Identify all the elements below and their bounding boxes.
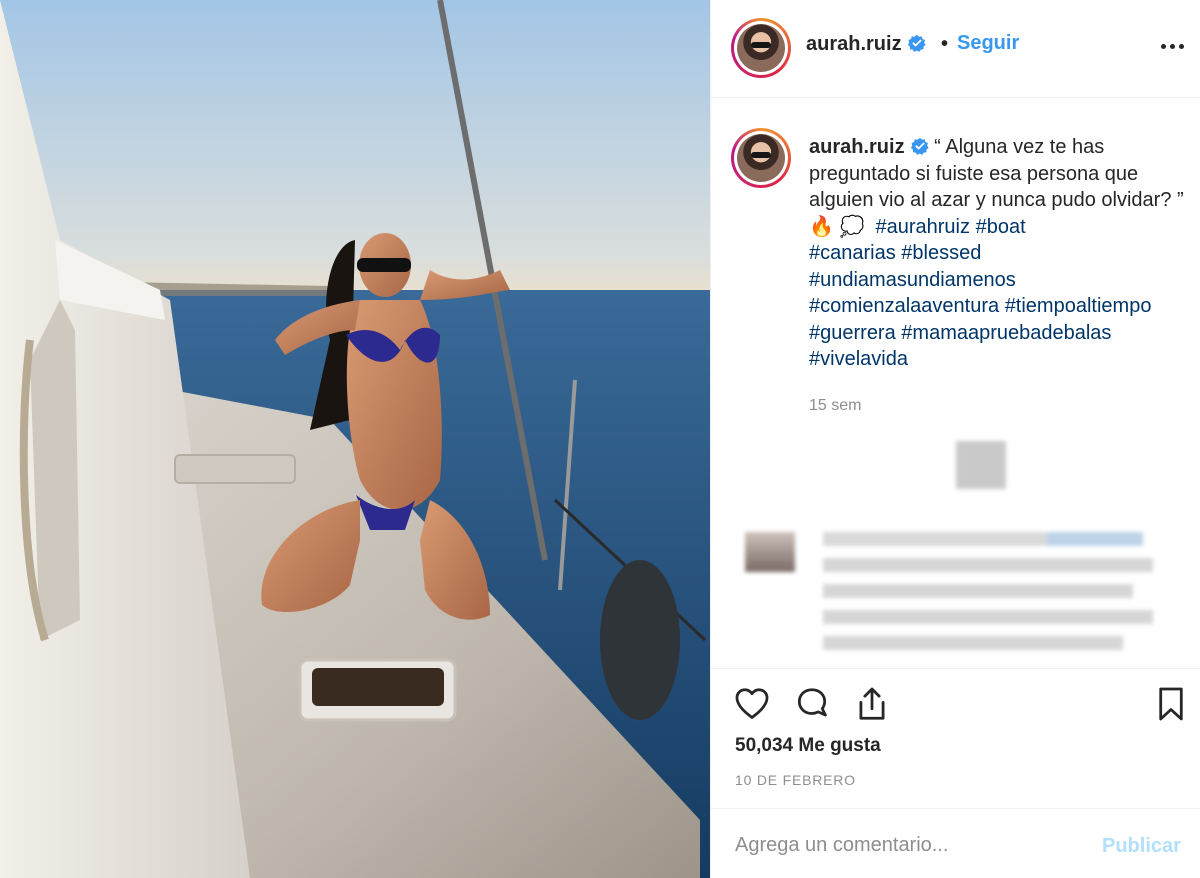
comment-icon[interactable] — [793, 685, 831, 723]
author-username-link[interactable]: aurah.ruiz — [806, 33, 926, 56]
post-actions: 50,034 Me gusta 10 DE FEBRERO — [711, 668, 1200, 808]
hashtag-link[interactable]: #mamaapruebadebalas — [901, 322, 1111, 344]
share-icon[interactable] — [853, 685, 891, 723]
hashtag-link[interactable]: #undiamasundiamenos — [809, 269, 1016, 291]
heart-icon[interactable] — [733, 685, 771, 723]
likes-count[interactable]: 50,034 Me gusta — [735, 735, 881, 757]
bookmark-icon[interactable] — [1152, 685, 1190, 723]
more-options-icon[interactable] — [1159, 36, 1187, 56]
publish-button[interactable]: Publicar — [1102, 835, 1181, 858]
caption-username[interactable]: aurah.ruiz — [809, 136, 905, 158]
verified-badge-icon — [907, 34, 926, 52]
comment-input[interactable] — [735, 831, 1085, 859]
blurred-comment-line — [823, 532, 1143, 546]
blurred-comment-avatar — [956, 441, 1006, 489]
hashtag-link[interactable]: #vivelavida — [809, 348, 908, 370]
blurred-comments — [731, 436, 1200, 668]
verified-badge-icon — [910, 137, 929, 155]
hashtag-link[interactable]: #tiempoaltiempo — [1005, 295, 1152, 317]
hashtag-link[interactable]: #comienzalaaventura — [809, 295, 999, 317]
post-photo[interactable] — [0, 0, 710, 878]
author-username[interactable]: aurah.ruiz — [806, 33, 902, 55]
hashtag-link[interactable]: #guerrera — [809, 322, 896, 344]
hashtag-link[interactable]: #blessed — [901, 242, 981, 264]
header-separator: • — [941, 33, 949, 55]
post-header: aurah.ruiz • Seguir — [711, 0, 1200, 98]
caption-relative-time[interactable]: 15 sem — [809, 397, 861, 415]
hashtag-link[interactable]: #canarias — [809, 242, 896, 264]
blurred-comment-line — [823, 610, 1153, 624]
blurred-comment-line — [823, 558, 1153, 572]
boat-scene-illustration — [0, 0, 710, 878]
blurred-comment-line — [823, 636, 1123, 650]
follow-button[interactable]: Seguir — [957, 32, 1019, 55]
author-avatar[interactable] — [731, 18, 791, 78]
caption-author-avatar[interactable] — [731, 128, 791, 188]
hashtag-link[interactable]: #aurahruiz — [876, 216, 971, 238]
comment-bar: Publicar — [711, 808, 1200, 878]
post-date[interactable]: 10 DE FEBRERO — [735, 772, 856, 788]
caption-text: aurah.ruiz “ Alguna vez te has preguntad… — [809, 134, 1194, 373]
post-side-panel: aurah.ruiz • Seguir aurah.ruiz “ Alguna … — [710, 0, 1200, 878]
blurred-comment-avatar — [745, 532, 795, 572]
hashtag-link[interactable]: #boat — [976, 216, 1026, 238]
blurred-comment-line — [823, 584, 1133, 598]
